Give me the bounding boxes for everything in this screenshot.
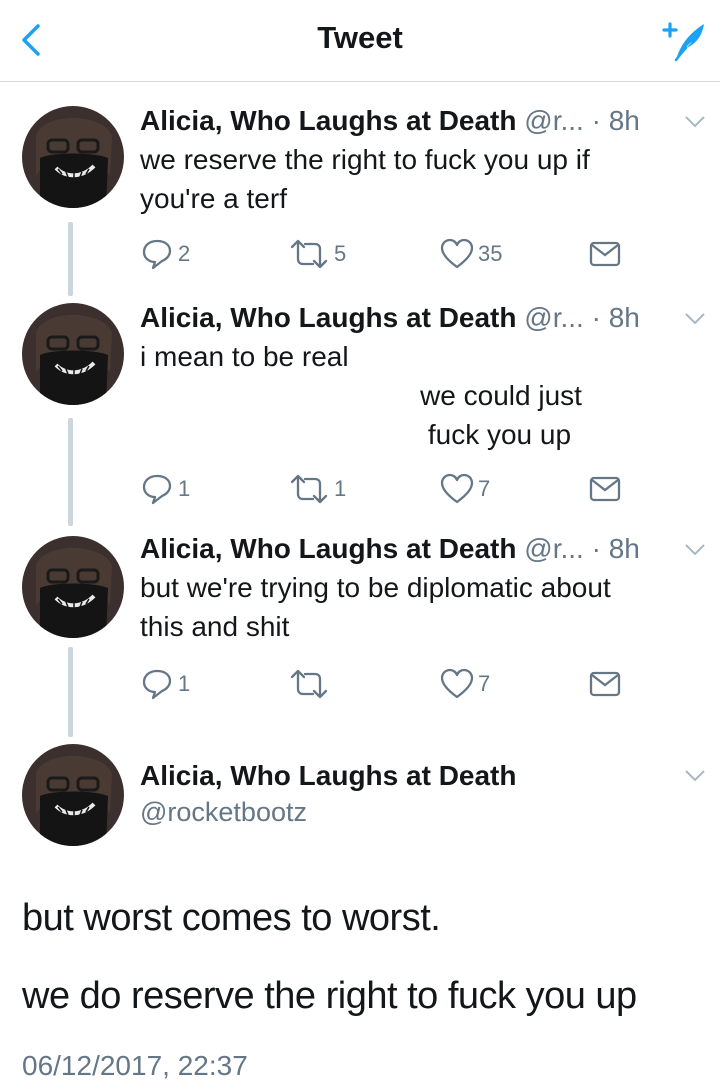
envelope-icon — [589, 476, 621, 502]
envelope-icon — [589, 241, 621, 267]
like-count: 7 — [478, 476, 491, 501]
retweet-button[interactable]: 1 — [288, 469, 346, 509]
direct-message-button[interactable] — [588, 664, 622, 704]
tweet-time: 8h — [608, 533, 640, 564]
tweet-header: Alicia, Who Laughs at Death @r... · 8h — [140, 102, 720, 140]
retweet-count: 5 — [334, 241, 347, 266]
chevron-down-icon[interactable] — [684, 768, 706, 784]
main-tweet-text: but worst comes to worst. — [22, 897, 441, 939]
separator-dot: · — [591, 533, 601, 564]
retweet-button[interactable]: 5 — [288, 234, 346, 274]
retweet-icon — [290, 669, 328, 699]
tweet-text: but we're trying to be diplomatic about … — [140, 572, 611, 642]
heart-icon — [440, 668, 474, 699]
retweet-button[interactable] — [288, 664, 334, 704]
like-button[interactable]: 7 — [440, 469, 490, 509]
page-title: Tweet — [317, 20, 403, 55]
user-handle[interactable]: @r... — [524, 533, 584, 564]
reply-button[interactable]: 1 — [140, 469, 190, 509]
tweet-actions: 1 1 7 — [140, 469, 640, 509]
top-bar: Tweet — [0, 0, 720, 82]
avatar[interactable] — [22, 303, 124, 405]
main-tweet-text: we do reserve the right to fuck you up — [22, 975, 637, 1017]
tweet-time: 8h — [608, 105, 640, 136]
separator-dot: · — [591, 302, 601, 333]
tweet-time: 8h — [608, 302, 640, 333]
tweet-header: Alicia, Who Laughs at Death @r... · 8h — [140, 299, 720, 337]
direct-message-button[interactable] — [588, 234, 622, 274]
separator-dot: · — [591, 105, 601, 136]
tweet-timestamp: 06/12/2017, 22:37 — [22, 1050, 248, 1081]
reply-count: 1 — [178, 671, 191, 696]
like-button[interactable]: 35 — [440, 234, 502, 274]
reply-button[interactable]: 2 — [140, 234, 190, 274]
tweet-actions: 1 7 — [140, 664, 640, 704]
tweet-header: Alicia, Who Laughs at Death @r... · 8h — [140, 530, 720, 568]
reply-count: 1 — [178, 476, 191, 501]
avatar[interactable] — [22, 106, 124, 208]
heart-icon — [440, 238, 474, 269]
user-handle[interactable]: @rocketbootz — [140, 794, 307, 830]
tweet-actions: 2 5 35 — [140, 234, 640, 274]
avatar[interactable] — [22, 536, 124, 638]
reply-button[interactable]: 1 — [140, 664, 190, 704]
chevron-down-icon[interactable] — [684, 114, 706, 130]
reply-icon — [142, 239, 172, 270]
thread-tweet[interactable]: Alicia, Who Laughs at Death @r... · 8h w… — [0, 100, 720, 280]
tweet-text: we reserve the right to fuck you up if y… — [140, 144, 590, 214]
display-name[interactable]: Alicia, Who Laughs at Death — [140, 758, 516, 794]
retweet-count: 1 — [334, 476, 347, 501]
user-handle[interactable]: @r... — [524, 302, 584, 333]
like-count: 35 — [478, 241, 503, 266]
chevron-down-icon[interactable] — [684, 311, 706, 327]
like-button[interactable]: 7 — [440, 664, 490, 704]
display-name[interactable]: Alicia, Who Laughs at Death — [140, 533, 516, 564]
tweet-text: i mean to be real we could just fuck you… — [140, 341, 582, 450]
reply-icon — [142, 669, 172, 700]
heart-icon — [440, 473, 474, 504]
retweet-icon — [290, 474, 328, 504]
like-count: 7 — [478, 671, 491, 696]
display-name[interactable]: Alicia, Who Laughs at Death — [140, 105, 516, 136]
retweet-icon — [290, 239, 328, 269]
compose-tweet-icon — [662, 22, 704, 62]
reply-icon — [142, 474, 172, 505]
thread-tweet[interactable]: Alicia, Who Laughs at Death @r... · 8h b… — [0, 530, 720, 710]
user-handle[interactable]: @r... — [524, 105, 584, 136]
display-name[interactable]: Alicia, Who Laughs at Death — [140, 302, 516, 333]
reply-count: 2 — [178, 241, 191, 266]
direct-message-button[interactable] — [588, 469, 622, 509]
chevron-down-icon[interactable] — [684, 542, 706, 558]
compose-tweet-button[interactable] — [656, 16, 710, 66]
avatar[interactable] — [22, 744, 124, 846]
envelope-icon — [589, 671, 621, 697]
thread-tweet[interactable]: Alicia, Who Laughs at Death @r... · 8h i… — [0, 297, 720, 517]
